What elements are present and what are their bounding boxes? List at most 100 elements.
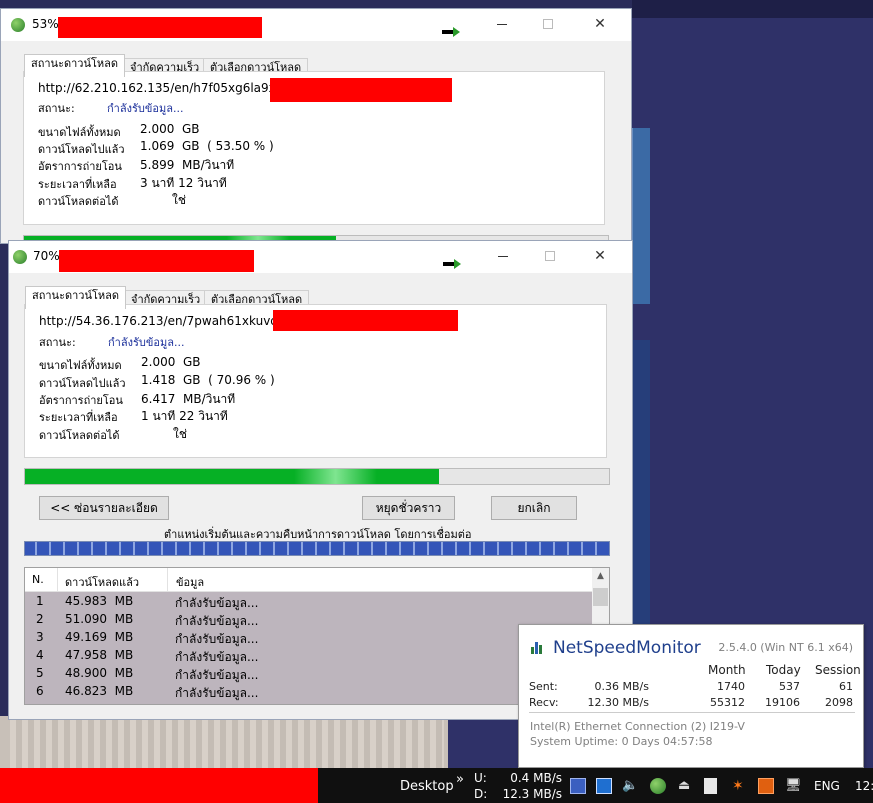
title-bar[interactable]: 53% ✕ — [1, 9, 631, 41]
netspeedmonitor-popup: NetSpeedMonitor 2.5.4.0 (Win NT 6.1 x64)… — [518, 624, 864, 768]
tray-app-icon[interactable]: ✶ — [732, 778, 748, 794]
row-downloaded: 48.900 MB — [65, 666, 134, 680]
upload-label: U: — [474, 771, 487, 785]
total-size-value: 2.000 GB — [140, 122, 200, 136]
recv-session: 2098 — [825, 696, 853, 709]
redacted-taskbar-region — [0, 768, 318, 803]
time-left-label: ระยะเวลาที่เหลือ — [38, 178, 117, 191]
recv-label: Recv: — [529, 696, 559, 709]
row-downloaded: 47.958 MB — [65, 648, 134, 662]
downloaded-label: ดาวน์โหลดไปแล้ว — [38, 143, 125, 156]
total-size-label: ขนาดไฟล์ทั้งหมด — [39, 359, 122, 372]
header-month: Month — [708, 663, 746, 677]
input-language[interactable]: ENG — [814, 779, 840, 793]
divider — [529, 712, 855, 713]
desktop-background-top — [632, 0, 873, 18]
list-item[interactable]: 4 47.958 MB กำลังรับข้อมูล... — [25, 646, 592, 664]
row-number: 2 — [36, 612, 44, 626]
status-label: สถานะ: — [39, 336, 76, 349]
row-downloaded: 45.983 MB — [65, 594, 134, 608]
column-header-number[interactable]: N. — [32, 573, 44, 586]
pause-button[interactable]: หยุดชั่วคราว — [362, 496, 455, 520]
status-value: กำลังรับข้อมูล... — [108, 336, 185, 349]
resume-label: ดาวน์โหลดต่อได้ — [39, 429, 120, 442]
idm-globe-icon — [11, 18, 25, 32]
download-url: http://62.210.162.135/en/h7f05xg6la9x/ — [38, 81, 280, 95]
netspeed-version: 2.5.4.0 (Win NT 6.1 x64) — [718, 641, 853, 654]
hide-details-button[interactable]: << ซ่อนรายละเอียด — [39, 496, 169, 520]
tray-app-icon[interactable] — [596, 778, 612, 794]
download-speed[interactable]: 12.3 MB/s — [503, 787, 562, 801]
download-window-1[interactable]: 53% ✕ สถานะดาวน์โหลด จำกัดความเร็ว ตัวเล… — [0, 8, 632, 252]
desktop-toolbar-label[interactable]: Desktop — [400, 779, 454, 794]
transfer-rate-label: อัตราการถ่ายโอน — [39, 394, 123, 407]
status-panel: http://62.210.162.135/en/h7f05xg6la9x/ ส… — [23, 71, 605, 225]
row-downloaded: 46.823 MB — [65, 684, 134, 698]
column-header-info[interactable]: ข้อมูล — [176, 573, 204, 591]
sent-month: 1740 — [717, 680, 745, 693]
tray-app-icon[interactable] — [758, 778, 774, 794]
header-session: Session — [815, 663, 861, 677]
netspeed-chart-icon — [531, 640, 545, 654]
minimize-button[interactable] — [479, 9, 525, 41]
window-title-percent: 70% — [33, 249, 60, 263]
toolbar-chevron-icon[interactable]: » — [456, 772, 464, 787]
tray-app-icon[interactable] — [570, 778, 586, 794]
downloaded-label: ดาวน์โหลดไปแล้ว — [39, 377, 126, 390]
redacted-filename — [59, 250, 254, 272]
document-tray-icon[interactable] — [704, 778, 717, 794]
connection-segments-bar — [24, 541, 610, 556]
clock[interactable]: 12:4 — [855, 779, 873, 793]
progress-fill — [25, 469, 440, 484]
sent-session: 61 — [839, 680, 853, 693]
maximize-button — [527, 241, 573, 273]
downloaded-value: 1.418 GB ( 70.96 % ) — [141, 373, 275, 387]
list-item[interactable]: 1 45.983 MB กำลังรับข้อมูล... — [25, 592, 592, 610]
resume-value: ใช่ — [173, 427, 188, 441]
sent-today: 537 — [779, 680, 800, 693]
upload-speed[interactable]: 0.4 MB/s — [510, 771, 562, 785]
scroll-up-icon[interactable]: ▲ — [592, 568, 609, 585]
row-number: 6 — [36, 684, 44, 698]
network-icon[interactable]: 🖥 — [785, 778, 802, 794]
list-item[interactable]: 3 49.169 MB กำลังรับข้อมูล... — [25, 628, 592, 646]
column-header-downloaded[interactable]: ดาวน์โหลดแล้ว — [65, 573, 139, 591]
tab-download-status[interactable]: สถานะดาวน์โหลด — [25, 286, 127, 309]
list-body: 1 45.983 MB กำลังรับข้อมูล... 2 51.090 M… — [25, 592, 592, 704]
close-button[interactable]: ✕ — [577, 241, 623, 273]
list-item[interactable]: 2 51.090 MB กำลังรับข้อมูล... — [25, 610, 592, 628]
scroll-thumb[interactable] — [593, 588, 608, 606]
network-adapter: Intel(R) Ethernet Connection (2) I219-V — [530, 720, 745, 733]
resume-label: ดาวน์โหลดต่อได้ — [38, 195, 119, 208]
title-bar[interactable]: 70% ✕ — [9, 241, 632, 273]
redacted-filename — [58, 17, 262, 38]
cancel-button[interactable]: ยกเลิก — [491, 496, 577, 520]
row-info: กำลังรับข้อมูล... — [175, 686, 259, 700]
download-url: http://54.36.176.213/en/7pwah61xkuvd/ — [39, 314, 282, 328]
window-client-area: สถานะดาวน์โหลด จำกัดความเร็ว ตัวเลือกดาว… — [1, 41, 631, 252]
usb-icon[interactable]: ⏏ — [678, 778, 694, 794]
time-left-value: 1 นาที 22 วินาที — [141, 409, 228, 423]
list-item[interactable]: 6 46.823 MB กำลังรับข้อมูล... — [25, 682, 592, 700]
volume-icon[interactable]: 🔈 — [622, 778, 638, 794]
download-progress-bar — [24, 468, 610, 485]
tab-download-status[interactable]: สถานะดาวน์โหลด — [24, 54, 126, 77]
recv-rate: 12.30 MB/s — [587, 696, 649, 709]
close-button[interactable]: ✕ — [577, 9, 623, 41]
taskbar: Desktop » U: D: 0.4 MB/s 12.3 MB/s 🔈 ⏏ ✶… — [0, 768, 873, 803]
row-number: 1 — [36, 594, 44, 608]
status-panel: http://54.36.176.213/en/7pwah61xkuvd/ สถ… — [24, 304, 607, 458]
minimize-button[interactable] — [480, 241, 526, 273]
idm-tray-icon[interactable] — [650, 778, 666, 794]
desktop-background — [448, 716, 518, 768]
download-label: D: — [474, 787, 488, 801]
row-number: 3 — [36, 630, 44, 644]
downloaded-value: 1.069 GB ( 53.50 % ) — [140, 139, 274, 153]
background-image — [0, 716, 448, 768]
list-item[interactable]: 5 48.900 MB กำลังรับข้อมูล... — [25, 664, 592, 682]
idm-globe-icon — [13, 250, 27, 264]
window-title-percent: 53% — [32, 17, 59, 31]
row-downloaded: 51.090 MB — [65, 612, 134, 626]
recv-today: 19106 — [765, 696, 800, 709]
header-today: Today — [766, 663, 801, 677]
